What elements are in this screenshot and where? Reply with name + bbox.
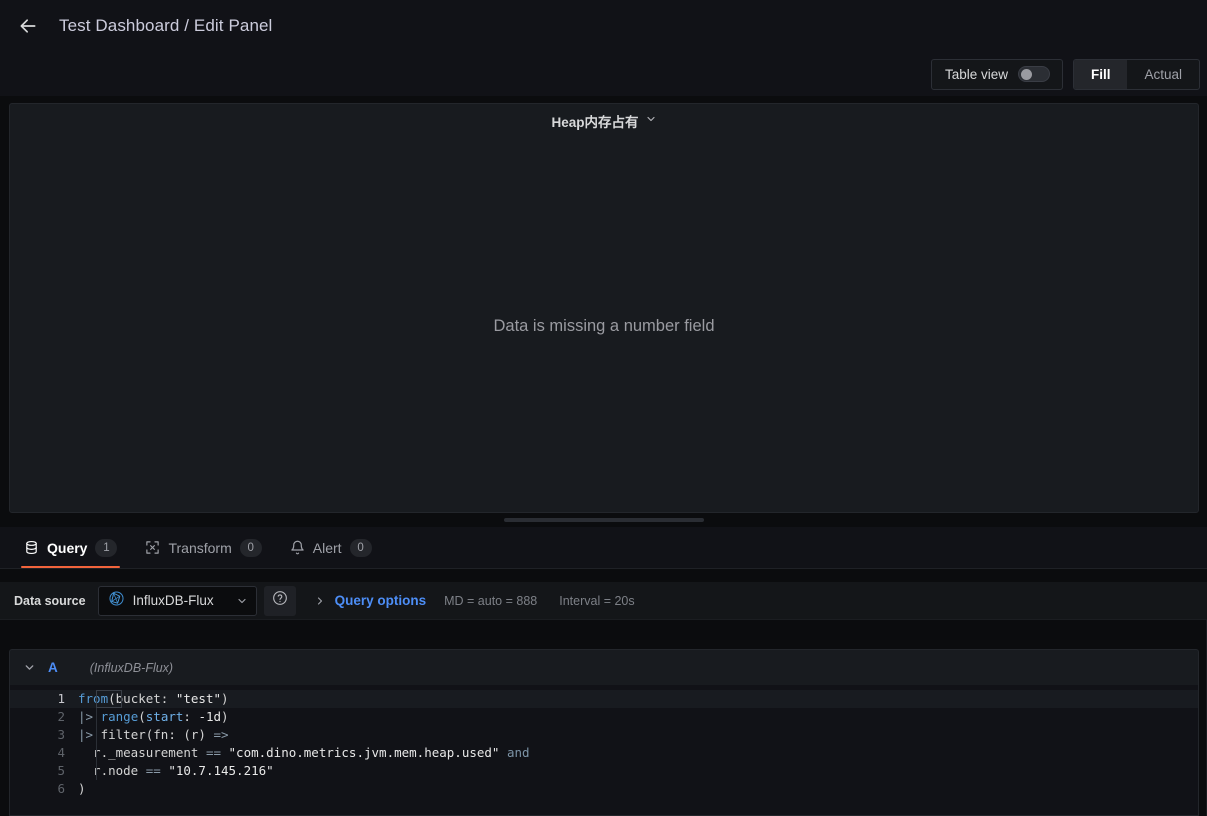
line-number: 4 <box>57 745 65 760</box>
top-navigation-bar: Test Dashboard / Edit Panel <box>0 0 1207 52</box>
resize-grip[interactable] <box>503 518 704 522</box>
question-circle-icon <box>272 590 288 611</box>
arrow-left-icon <box>18 16 38 36</box>
breadcrumb[interactable]: Test Dashboard / Edit Panel <box>59 16 272 36</box>
code-line-text[interactable]: |> filter(fn: (r) => <box>78 726 229 744</box>
panel-title[interactable]: Heap内存占有 <box>551 111 638 131</box>
panel-size-segmented-control[interactable]: Fill Actual <box>1072 58 1200 90</box>
bell-icon <box>290 540 305 555</box>
panel-preview: Heap内存占有 Data is missing a number field <box>9 103 1199 513</box>
tab-transform-label: Transform <box>168 539 232 556</box>
cursor-word-highlight <box>96 690 122 708</box>
chevron-down-icon[interactable] <box>236 595 248 607</box>
datasource-label: Data source <box>14 593 86 608</box>
panel-visualization-area: Data is missing a number field <box>10 138 1198 512</box>
chevron-down-icon[interactable] <box>645 112 657 130</box>
size-option-actual[interactable]: Actual <box>1127 60 1199 89</box>
line-number: 5 <box>57 763 65 778</box>
panel-edit-toolbar: Table view Fill Actual <box>0 52 1207 96</box>
datasource-row: Data source InfluxDB-Flux Query options … <box>0 582 1207 620</box>
line-number: 3 <box>57 727 65 742</box>
query-datasource-note: (InfluxDB-Flux) <box>89 660 174 675</box>
query-options-expander[interactable]: Query options <box>314 593 427 608</box>
code-line[interactable]: 2 |> range(start: -1d) <box>10 708 1198 726</box>
code-line[interactable]: 6 ) <box>10 780 1198 798</box>
panel-no-data-message: Data is missing a number field <box>493 316 715 335</box>
code-line[interactable]: 3 |> filter(fn: (r) => <box>10 726 1198 744</box>
code-line-text[interactable]: |> range(start: -1d) <box>78 708 229 726</box>
datasource-help-button[interactable] <box>263 585 296 616</box>
query-options-label: Query options <box>334 593 427 608</box>
tab-alert[interactable]: Alert 0 <box>276 527 386 568</box>
table-view-control[interactable]: Table view <box>930 58 1063 90</box>
back-button[interactable] <box>11 9 45 43</box>
line-number: 2 <box>57 709 65 724</box>
tab-query-label: Query <box>47 539 88 556</box>
line-number: 1 <box>57 691 65 706</box>
panel-edit-tabs: Query 1 Transform 0 Alert 0 <box>0 527 1207 569</box>
code-line-text[interactable]: ) <box>78 780 86 798</box>
query-editor-section: A (InfluxDB-Flux) 1 from(bucket: "test")… <box>0 620 1207 816</box>
code-line[interactable]: 4 r._measurement == "com.dino.metrics.jv… <box>10 744 1198 762</box>
table-view-toggle[interactable] <box>1017 66 1050 82</box>
size-option-fill[interactable]: Fill <box>1073 59 1128 89</box>
indent-guide <box>96 744 97 762</box>
indent-guide <box>96 762 97 780</box>
datasource-picker[interactable]: InfluxDB-Flux <box>97 585 257 616</box>
toggle-knob <box>1020 68 1032 80</box>
chevron-down-icon[interactable] <box>16 661 42 674</box>
code-content[interactable]: 1 from(bucket: "test") 2 |> range(start:… <box>10 690 1198 798</box>
code-line-text[interactable]: r.node == "10.7.145.216" <box>78 762 274 780</box>
code-line-text[interactable]: r._measurement == "com.dino.metrics.jvm.… <box>78 744 530 762</box>
indent-guide <box>96 726 97 744</box>
query-row-header-a: A (InfluxDB-Flux) <box>9 649 1199 685</box>
influxdb-icon <box>108 590 125 612</box>
interval-info: Interval = 20s <box>559 593 635 608</box>
process-icon <box>145 540 160 555</box>
database-icon <box>24 540 39 555</box>
tab-transform[interactable]: Transform 0 <box>131 527 275 568</box>
tab-query-badge: 1 <box>95 538 118 557</box>
panel-header[interactable]: Heap内存占有 <box>10 104 1198 138</box>
query-ref-id[interactable]: A <box>48 660 58 675</box>
tab-alert-label: Alert <box>312 539 342 556</box>
tab-alert-badge: 0 <box>349 538 372 557</box>
panel-resize-handle[interactable] <box>0 513 1207 527</box>
tab-transform-badge: 0 <box>239 538 262 557</box>
flux-code-editor[interactable]: 1 from(bucket: "test") 2 |> range(start:… <box>9 685 1199 816</box>
indent-guide <box>96 708 97 726</box>
line-number: 6 <box>57 781 65 796</box>
tab-query[interactable]: Query 1 <box>10 527 131 568</box>
chevron-right-icon <box>314 595 326 607</box>
datasource-selected-value: InfluxDB-Flux <box>132 593 214 608</box>
code-line[interactable]: 5 r.node == "10.7.145.216" <box>10 762 1198 780</box>
table-view-label: Table view <box>944 66 1008 82</box>
max-data-points-info: MD = auto = 888 <box>444 593 538 608</box>
code-line[interactable]: 1 from(bucket: "test") <box>10 690 1198 708</box>
